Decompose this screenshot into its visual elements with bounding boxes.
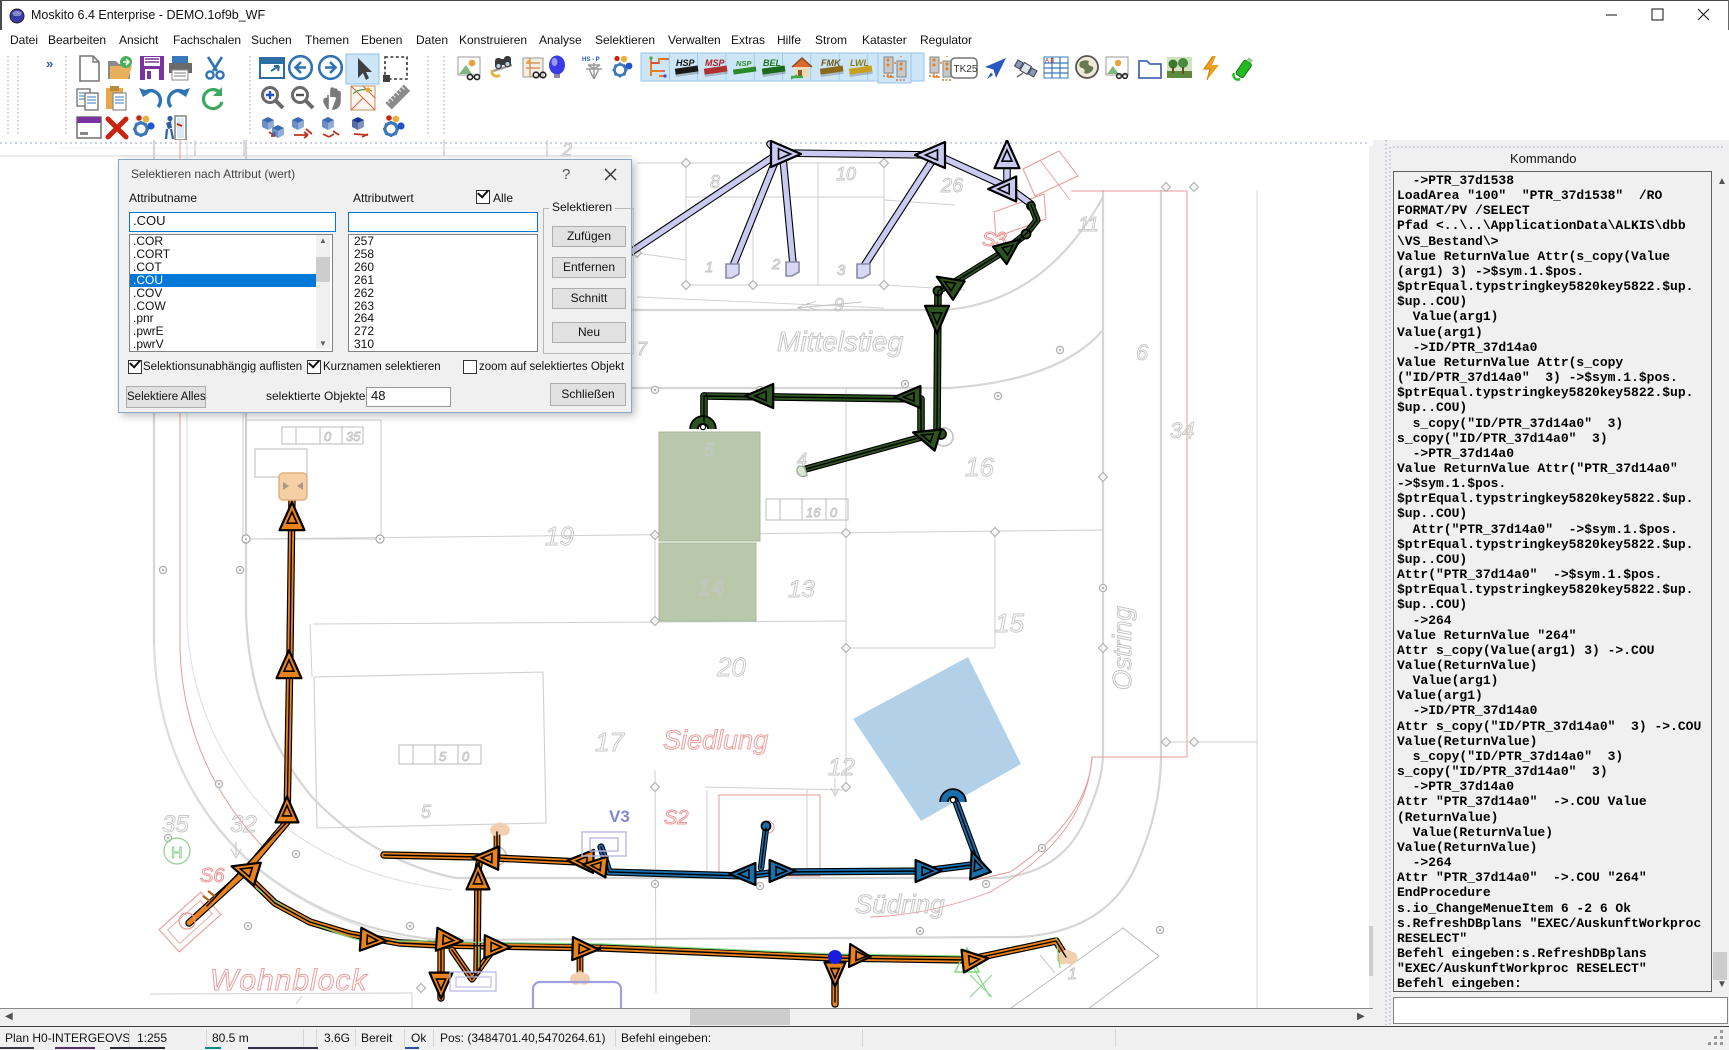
- svg-text:2: 2: [561, 140, 572, 160]
- svg-text:0: 0: [830, 505, 838, 520]
- svg-text:S6: S6: [200, 865, 225, 887]
- svg-text:6: 6: [1136, 340, 1149, 365]
- svg-text:TK25: TK25: [954, 64, 978, 75]
- svg-text:Südring: Südring: [855, 889, 945, 919]
- svg-text:Ostring: Ostring: [1107, 606, 1137, 690]
- svg-text:9: 9: [834, 295, 844, 315]
- svg-text:0: 0: [324, 429, 332, 444]
- svg-text:34: 34: [1170, 418, 1194, 443]
- svg-text:5: 5: [439, 749, 447, 764]
- svg-text:BEL: BEL: [763, 58, 781, 68]
- svg-text:13: 13: [788, 576, 815, 603]
- svg-text:11: 11: [1078, 214, 1099, 236]
- svg-text:17: 17: [595, 727, 625, 757]
- svg-text:12: 12: [828, 754, 855, 781]
- svg-text:FMK: FMK: [821, 58, 842, 68]
- svg-text:5: 5: [704, 440, 715, 460]
- svg-text:H: H: [171, 845, 183, 862]
- svg-text:HSP: HSP: [676, 58, 696, 68]
- svg-text:16: 16: [806, 505, 821, 520]
- svg-text:1: 1: [1068, 966, 1077, 983]
- svg-text:16: 16: [965, 452, 994, 482]
- svg-text:0: 0: [462, 749, 470, 764]
- svg-text:HS - P: HS - P: [582, 57, 600, 63]
- svg-text:Mittelstieg: Mittelstieg: [777, 326, 903, 357]
- svg-text:V3: V3: [609, 807, 630, 826]
- svg-text:Siedlung: Siedlung: [663, 725, 768, 755]
- svg-text:A B: A B: [1045, 59, 1054, 65]
- svg-text:35: 35: [162, 811, 189, 838]
- svg-text:5: 5: [421, 802, 432, 822]
- svg-text:NSP: NSP: [736, 59, 752, 68]
- svg-text:26: 26: [940, 175, 964, 197]
- svg-text:LWL: LWL: [850, 58, 869, 68]
- svg-text:»: »: [46, 56, 53, 71]
- svg-text:S2: S2: [664, 807, 688, 829]
- svg-text:MSP: MSP: [705, 58, 726, 68]
- svg-text:2: 2: [771, 256, 781, 273]
- svg-text:19: 19: [545, 521, 574, 551]
- svg-text:35: 35: [346, 429, 361, 444]
- svg-text:20: 20: [716, 652, 746, 682]
- svg-text:7: 7: [637, 339, 648, 359]
- svg-text:32: 32: [230, 811, 257, 838]
- svg-text:3: 3: [837, 262, 846, 279]
- svg-text:15: 15: [995, 608, 1024, 638]
- svg-text:Wohnblock: Wohnblock: [210, 964, 368, 997]
- svg-text:1: 1: [705, 259, 713, 276]
- svg-text:10: 10: [836, 164, 856, 184]
- svg-text:14: 14: [698, 574, 725, 601]
